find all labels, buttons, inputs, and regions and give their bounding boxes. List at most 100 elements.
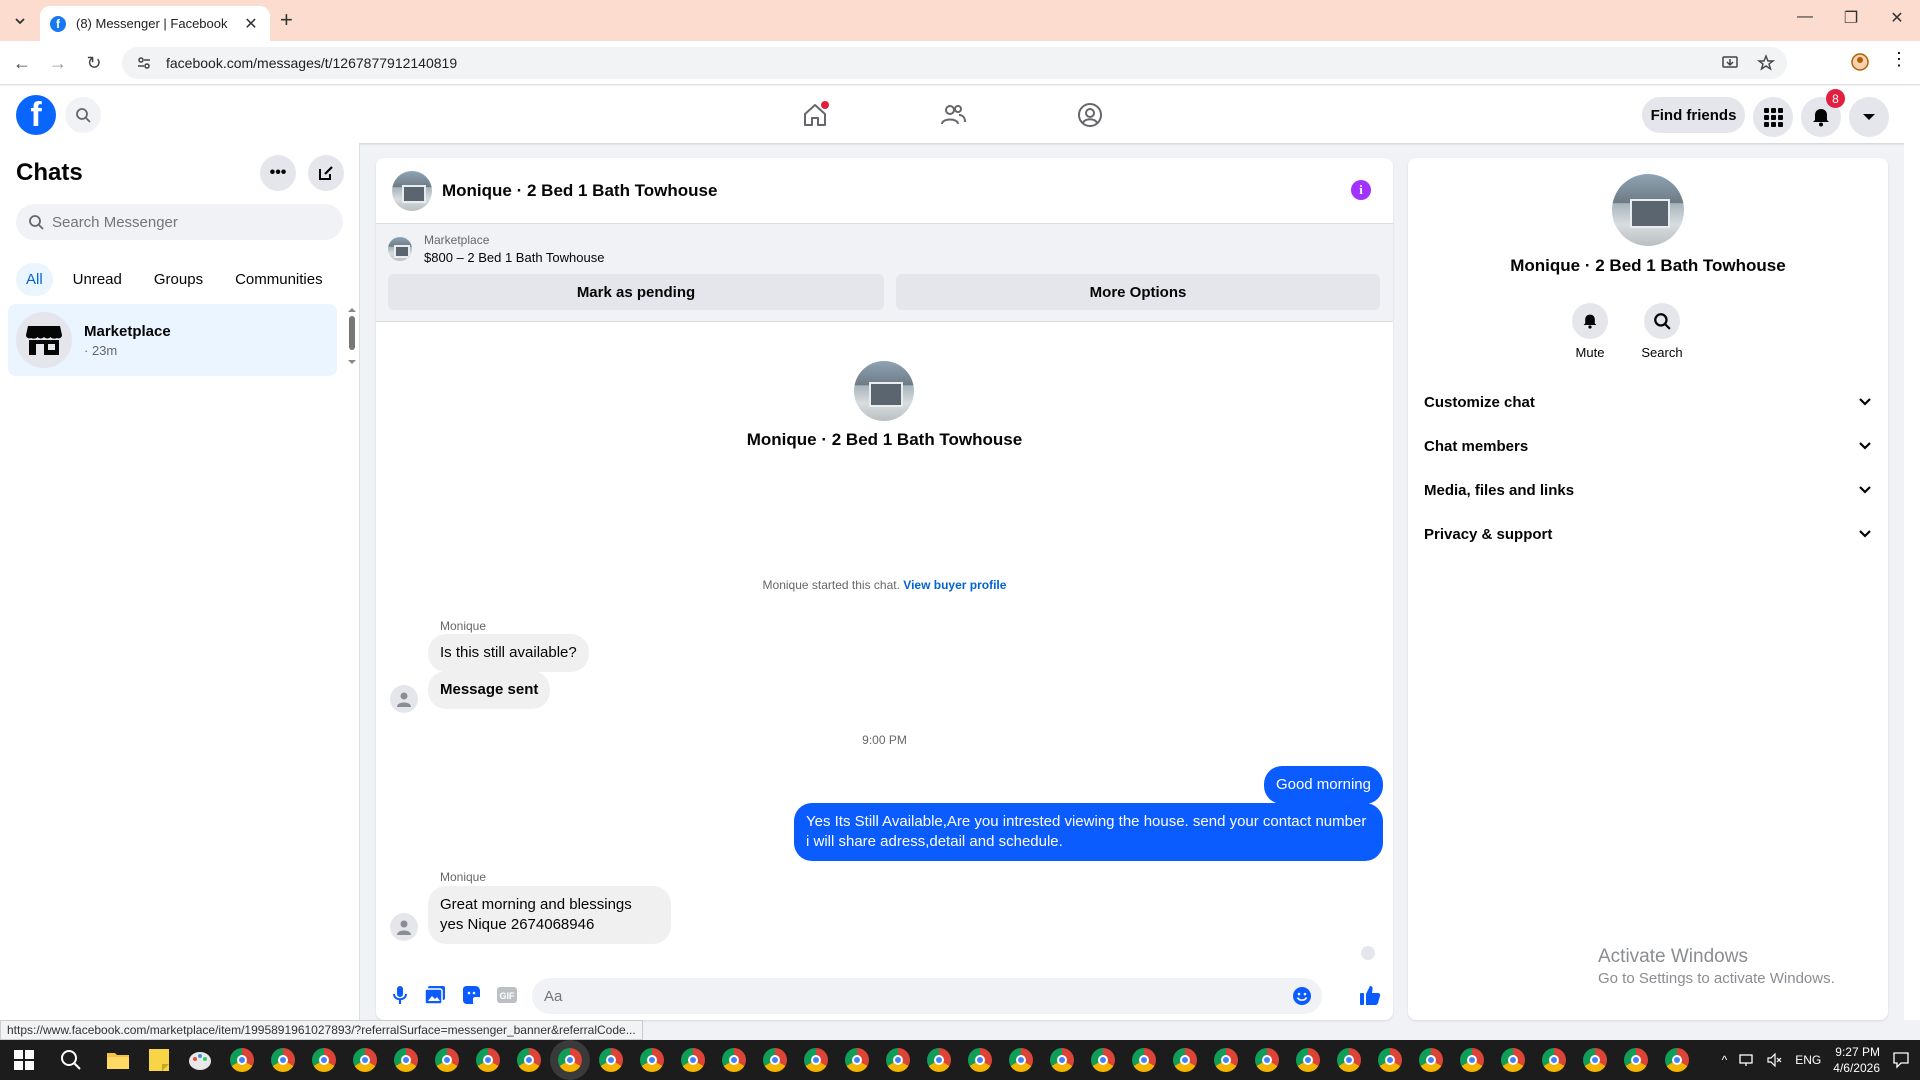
chrome-taskbar-icon-active[interactable]	[558, 1048, 582, 1072]
listing-avatar[interactable]	[392, 170, 432, 211]
message-bubble-incoming[interactable]: Great morning and blessings yes Nique 26…	[428, 886, 671, 944]
chrome-taskbar-icon[interactable]	[312, 1048, 336, 1072]
tab-close-icon[interactable]: ✕	[242, 14, 260, 34]
message-input[interactable]	[544, 987, 1264, 1005]
chrome-taskbar-icon[interactable]	[1255, 1048, 1279, 1072]
notification-center-icon[interactable]	[1892, 1051, 1910, 1069]
facebook-logo[interactable]: f	[16, 95, 56, 135]
close-window-icon[interactable]: ✕	[1882, 8, 1912, 28]
messenger-search[interactable]	[16, 204, 343, 240]
info-panel-avatar[interactable]	[1612, 174, 1684, 246]
chrome-taskbar-icon[interactable]	[353, 1048, 377, 1072]
profile-avatar-icon[interactable]	[1850, 52, 1870, 72]
chrome-taskbar-icon[interactable]	[1665, 1048, 1689, 1072]
message-sent-bubble[interactable]: Message sent	[428, 671, 551, 709]
tab-search-chevron-icon[interactable]	[8, 9, 32, 33]
chrome-taskbar-icon[interactable]	[1214, 1048, 1238, 1072]
customize-chat-section[interactable]: Customize chat	[1416, 380, 1880, 424]
windows-start-icon[interactable]	[14, 1050, 34, 1070]
file-explorer-icon[interactable]	[106, 1049, 130, 1071]
mute-button[interactable]: Mute	[1560, 303, 1620, 360]
more-options-button[interactable]: More Options	[896, 274, 1380, 310]
new-tab-plus-icon[interactable]: +	[280, 9, 293, 31]
menu-grid-button[interactable]	[1753, 97, 1793, 137]
message-input-box[interactable]	[532, 978, 1322, 1014]
new-message-button[interactable]	[308, 155, 344, 191]
gif-button[interactable]: GIF	[495, 983, 519, 1007]
volume-muted-icon[interactable]	[1767, 1053, 1783, 1067]
address-bar[interactable]: facebook.com/messages/t/1267877912140819	[122, 47, 1787, 79]
privacy-support-section[interactable]: Privacy & support	[1416, 512, 1880, 556]
sticky-notes-icon[interactable]	[148, 1048, 170, 1072]
account-menu-button[interactable]	[1849, 97, 1889, 137]
chrome-taskbar-icon[interactable]	[435, 1048, 459, 1072]
chat-options-button[interactable]: •••	[260, 155, 296, 191]
show-hidden-icons-chevron-icon[interactable]: ^	[1722, 1053, 1728, 1067]
emoji-button[interactable]	[1292, 986, 1312, 1006]
chrome-taskbar-icon[interactable]	[804, 1048, 828, 1072]
install-app-icon[interactable]	[1721, 54, 1739, 72]
chrome-taskbar-icon[interactable]	[1091, 1048, 1115, 1072]
chrome-taskbar-icon[interactable]	[476, 1048, 500, 1072]
chrome-taskbar-icon[interactable]	[1132, 1048, 1156, 1072]
facebook-search-button[interactable]	[65, 97, 101, 133]
search-in-conversation-button[interactable]: Search	[1632, 303, 1692, 360]
message-bubble-incoming[interactable]: Is this still available?	[428, 634, 589, 672]
chrome-taskbar-icon[interactable]	[640, 1048, 664, 1072]
chrome-taskbar-icon[interactable]	[1542, 1048, 1566, 1072]
chrome-taskbar-icon[interactable]	[230, 1048, 254, 1072]
send-like-button[interactable]	[1358, 983, 1382, 1007]
intro-avatar[interactable]	[854, 361, 914, 421]
filter-unread[interactable]: Unread	[61, 263, 134, 296]
attach-media-button[interactable]	[423, 983, 447, 1007]
paint-app-icon[interactable]	[188, 1048, 212, 1072]
bookmark-star-icon[interactable]	[1757, 54, 1775, 72]
view-buyer-profile-link[interactable]: View buyer profile	[903, 578, 1006, 592]
site-info-icon[interactable]	[136, 55, 152, 71]
profile-nav-button[interactable]	[1073, 98, 1107, 132]
chrome-taskbar-icon[interactable]	[599, 1048, 623, 1072]
chat-members-section[interactable]: Chat members	[1416, 424, 1880, 468]
mark-as-pending-button[interactable]: Mark as pending	[388, 274, 884, 310]
chrome-taskbar-icon[interactable]	[927, 1048, 951, 1072]
chrome-taskbar-icon[interactable]	[1419, 1048, 1443, 1072]
chrome-taskbar-icon[interactable]	[1050, 1048, 1074, 1072]
chrome-taskbar-icon[interactable]	[1460, 1048, 1484, 1072]
message-bubble-outgoing[interactable]: Yes Its Still Available,Are you intreste…	[794, 803, 1383, 861]
input-language[interactable]: ENG	[1795, 1053, 1821, 1067]
forward-arrow-icon[interactable]: →	[46, 51, 70, 75]
scrollbar-thumb[interactable]	[349, 316, 355, 350]
listing-thumbnail[interactable]	[388, 237, 412, 261]
chrome-taskbar-icon[interactable]	[394, 1048, 418, 1072]
chrome-taskbar-icon[interactable]	[517, 1048, 541, 1072]
find-friends-button[interactable]: Find friends	[1642, 97, 1745, 133]
chrome-taskbar-icon[interactable]	[886, 1048, 910, 1072]
minimize-window-icon[interactable]: —	[1790, 8, 1820, 26]
page-scrollbar[interactable]	[1904, 86, 1920, 1020]
chrome-taskbar-icon[interactable]	[722, 1048, 746, 1072]
chrome-taskbar-icon[interactable]	[1624, 1048, 1648, 1072]
message-bubble-outgoing[interactable]: Good morning	[1263, 766, 1383, 804]
friends-nav-button[interactable]	[936, 98, 970, 132]
restore-window-icon[interactable]: ❐	[1836, 8, 1866, 28]
back-arrow-icon[interactable]: ←	[10, 51, 34, 75]
browser-menu-icon[interactable]: ⋮	[1890, 49, 1908, 70]
chrome-taskbar-icon[interactable]	[968, 1048, 992, 1072]
filter-all[interactable]: All	[16, 263, 53, 296]
chrome-taskbar-icon[interactable]	[763, 1048, 787, 1072]
filter-groups[interactable]: Groups	[142, 263, 215, 296]
home-nav-button[interactable]	[798, 98, 832, 132]
chrome-taskbar-icon[interactable]	[1296, 1048, 1320, 1072]
sticker-button[interactable]	[459, 983, 483, 1007]
reload-icon[interactable]: ↻	[82, 51, 106, 75]
taskbar-search-icon[interactable]	[60, 1049, 82, 1071]
chrome-taskbar-icon[interactable]	[681, 1048, 705, 1072]
search-messenger-input[interactable]	[52, 213, 332, 231]
chrome-taskbar-icon[interactable]	[1501, 1048, 1525, 1072]
browser-tab-messenger[interactable]: f (8) Messenger | Facebook ✕	[40, 6, 270, 41]
info-icon[interactable]: i	[1351, 180, 1371, 200]
media-files-links-section[interactable]: Media, files and links	[1416, 468, 1880, 512]
chrome-taskbar-icon[interactable]	[1173, 1048, 1197, 1072]
chrome-taskbar-icon[interactable]	[1583, 1048, 1607, 1072]
chrome-taskbar-icon[interactable]	[1009, 1048, 1033, 1072]
